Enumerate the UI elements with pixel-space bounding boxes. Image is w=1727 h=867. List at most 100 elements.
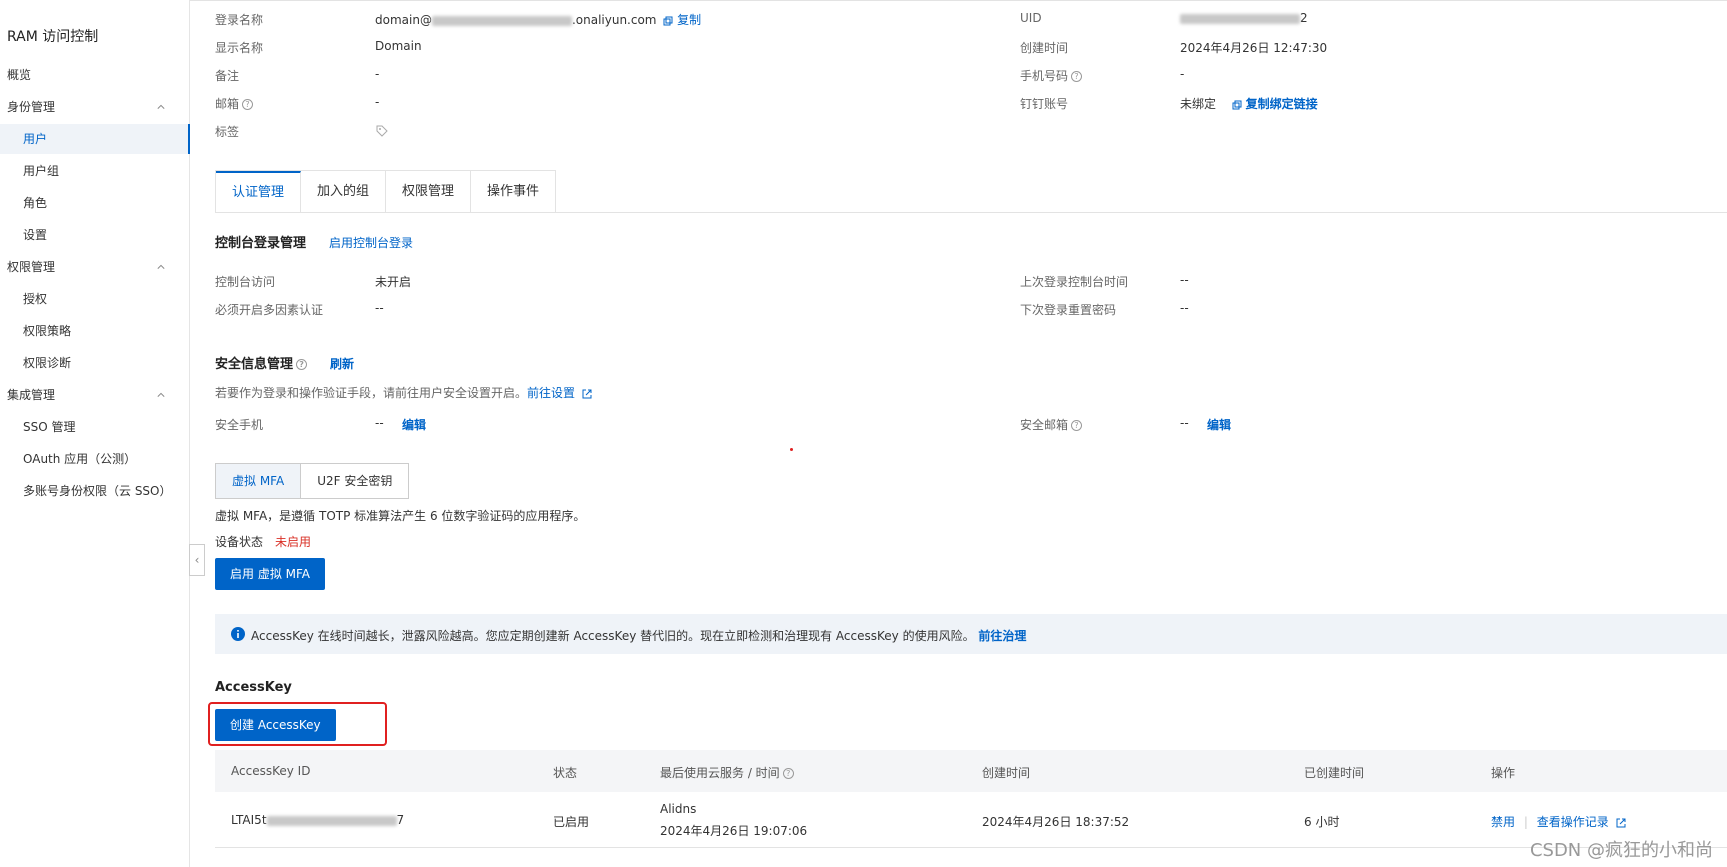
login-name-value: domain@ .onaliyun.com 复制 xyxy=(375,11,701,28)
sidebar-item-users[interactable]: 用户 xyxy=(0,124,190,154)
security-hint-text: 若要作为登录和操作验证手段，请前往用户安全设置开启。 xyxy=(215,386,528,400)
mfa-description: 虚拟 MFA，是遵循 TOTP 标准算法产生 6 位数字验证码的应用程序。 xyxy=(215,509,586,523)
goto-governance-link[interactable]: 前往治理 xyxy=(978,629,1026,643)
copy-bind-link[interactable]: 复制绑定链接 xyxy=(1246,97,1318,111)
sidebar-item-label: 身份管理 xyxy=(7,100,56,114)
info-icon xyxy=(231,627,245,641)
sidebar-item-overview[interactable]: 概览 xyxy=(0,60,189,90)
disable-link[interactable]: 禁用 xyxy=(1491,815,1515,829)
sidebar-item-label: 设置 xyxy=(23,228,48,242)
dingtalk-status: 未绑定 xyxy=(1180,97,1217,111)
created-value: 2024年4月26日 12:47:30 xyxy=(1180,41,1328,55)
uid-value: 2 xyxy=(1180,11,1308,25)
sidebar-item-policies[interactable]: 权限策略 xyxy=(0,316,189,346)
sidebar-item-diagnosis[interactable]: 权限诊断 xyxy=(0,348,189,378)
last-login-label: 上次登录控制台时间 xyxy=(1020,275,1129,289)
sidebar-group-identity[interactable]: 身份管理 xyxy=(0,92,189,122)
sidebar-item-label: SSO 管理 xyxy=(23,420,76,434)
sidebar-item-roles[interactable]: 角色 xyxy=(0,188,189,218)
help-icon[interactable]: ? xyxy=(296,359,308,370)
login-name-suffix: .onaliyun.com xyxy=(571,13,657,27)
redacted-mask xyxy=(431,15,572,26)
sidebar-item-user-groups[interactable]: 用户组 xyxy=(0,156,189,186)
table-row: LTAI5t 7 已启用 Alidns 2024年4月26日 19:07:06 2… xyxy=(215,792,1727,848)
created-label: 创建时间 xyxy=(1020,41,1069,55)
segment-u2f-key[interactable]: U2F 安全密钥 xyxy=(301,464,408,498)
accesskey-table-header: AccessKey ID 状态 最后使用云服务 / 时间? 创建时间 已创建时间… xyxy=(215,750,1727,792)
display-name-label: 显示名称 xyxy=(215,41,264,55)
notice-message: AccessKey 在线时间越长，泄露风险越高。您应定期创建新 AccessKe… xyxy=(251,629,975,643)
accesskey-id: LTAI5t 7 xyxy=(231,813,404,827)
last-login-value: -- xyxy=(1180,273,1189,287)
sidebar-item-label: 用户 xyxy=(23,132,48,146)
sidebar-item-settings[interactable]: 设置 xyxy=(0,220,189,250)
sidebar-item-label: OAuth 应用（公测） xyxy=(23,452,137,466)
accesskey-age: 6 小时 xyxy=(1304,815,1340,829)
sidebar-item-cloud-sso[interactable]: 多账号身份权限（云 SSO） xyxy=(0,476,189,506)
accesskey-id-suffix: 7 xyxy=(396,813,405,827)
copy-link[interactable]: 复制 xyxy=(677,13,701,27)
sidebar-group-integration[interactable]: 集成管理 xyxy=(0,380,189,410)
email-label: 邮箱? xyxy=(215,95,254,112)
sidebar-item-sso[interactable]: SSO 管理 xyxy=(0,412,189,442)
help-icon[interactable]: ? xyxy=(242,99,254,110)
sidebar-item-label: 多账号身份权限（云 SSO） xyxy=(23,484,172,498)
tab-events[interactable]: 操作事件 xyxy=(471,171,556,212)
console-access-label: 控制台访问 xyxy=(215,275,276,289)
goto-settings-link[interactable]: 前往设置 xyxy=(527,386,575,400)
sidebar-item-label: 角色 xyxy=(23,196,48,210)
redacted-mask xyxy=(266,815,397,826)
tab-groups[interactable]: 加入的组 xyxy=(301,171,387,212)
edit-phone-link[interactable]: 编辑 xyxy=(402,416,426,433)
mfa-required-label: 必须开启多因素认证 xyxy=(215,303,324,317)
copy-icon xyxy=(1232,100,1242,109)
sidebar-item-label: 授权 xyxy=(23,292,48,306)
segment-virtual-mfa[interactable]: 虚拟 MFA xyxy=(216,464,302,498)
security-phone-label: 安全手机 xyxy=(215,418,264,432)
device-status-value: 未启用 xyxy=(275,535,312,549)
sidebar-title: RAM 访问控制 xyxy=(7,29,99,45)
chevron-up-icon xyxy=(157,392,165,397)
sidebar-item-label: 权限管理 xyxy=(7,260,56,274)
reset-password-value: -- xyxy=(1180,301,1189,315)
display-name-value: Domain xyxy=(375,39,422,53)
security-section-title: 安全信息管理? xyxy=(215,353,308,372)
tabs-divider xyxy=(215,212,1727,213)
phone-value: - xyxy=(1180,67,1185,81)
enable-console-login-link[interactable]: 启用控制台登录 xyxy=(329,234,413,251)
security-phone-value: -- xyxy=(375,416,384,430)
phone-label-text: 手机号码 xyxy=(1020,69,1069,83)
uid-label: UID xyxy=(1020,11,1042,25)
tab-authentication[interactable]: 认证管理 xyxy=(216,171,302,213)
tab-permissions[interactable]: 权限管理 xyxy=(386,171,472,212)
view-log-link[interactable]: 查看操作记录 xyxy=(1537,815,1609,829)
edit-email-link[interactable]: 编辑 xyxy=(1207,416,1231,433)
sidebar-item-grants[interactable]: 授权 xyxy=(0,284,189,314)
last-used-time: 2024年4月26日 19:07:06 xyxy=(660,824,808,838)
column-header: 创建时间 xyxy=(982,766,1031,780)
device-status-label: 设备状态 xyxy=(215,535,264,549)
enable-virtual-mfa-button[interactable]: 启用 虚拟 MFA xyxy=(215,558,325,590)
row-actions: 禁用 | 查看操作记录 xyxy=(1491,813,1626,830)
sidebar-group-permissions[interactable]: 权限管理 xyxy=(0,252,189,282)
sidebar-item-oauth[interactable]: OAuth 应用（公测） xyxy=(0,444,189,474)
column-header: 状态 xyxy=(553,766,578,780)
refresh-link[interactable]: 刷新 xyxy=(330,355,354,372)
action-divider: | xyxy=(1523,815,1528,829)
sidebar-item-label: 集成管理 xyxy=(7,388,56,402)
help-icon[interactable]: ? xyxy=(1071,71,1083,82)
column-header: 操作 xyxy=(1491,766,1516,780)
help-icon[interactable]: ? xyxy=(782,768,794,779)
phone-label: 手机号码? xyxy=(1020,67,1083,84)
watermark: CSDN @疯狂的小和尚 xyxy=(1529,840,1713,861)
remark-value: - xyxy=(375,67,380,81)
external-link-icon xyxy=(1616,818,1626,827)
help-icon[interactable]: ? xyxy=(1071,420,1083,431)
main-content: 登录名称 domain@ .onaliyun.com 复制 显示名称 Domain… xyxy=(191,0,1727,867)
create-accesskey-button[interactable]: 创建 AccessKey xyxy=(215,709,336,741)
external-link-icon xyxy=(582,389,592,398)
uid-tail: 2 xyxy=(1300,11,1308,25)
console-section-title: 控制台登录管理 xyxy=(215,236,307,251)
detail-tabs: 认证管理 加入的组 权限管理 操作事件 xyxy=(215,170,557,213)
tag-icon[interactable] xyxy=(376,125,388,137)
